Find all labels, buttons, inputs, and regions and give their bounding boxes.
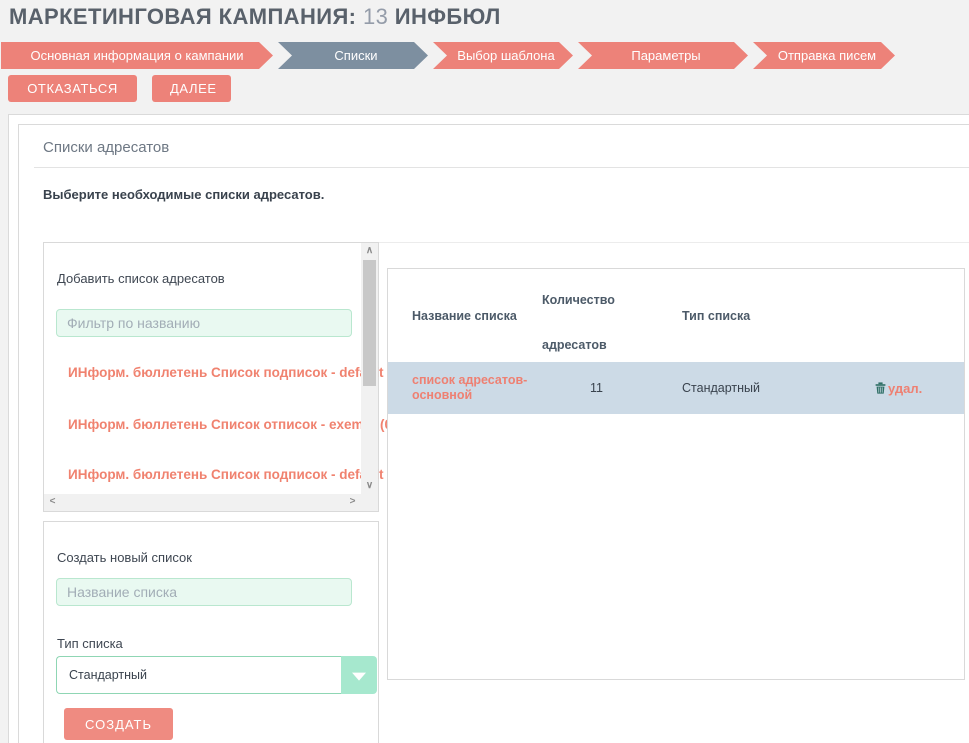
- list-type-selected-value[interactable]: Стандартный: [56, 656, 341, 694]
- list-type-select[interactable]: Стандартный: [56, 656, 377, 694]
- trash-icon[interactable]: [875, 382, 886, 394]
- list-type-label: Тип списка: [57, 636, 123, 651]
- wizard-step-send[interactable]: Отправка писем: [753, 42, 895, 69]
- create-list-title: Создать новый список: [57, 550, 192, 565]
- list-item[interactable]: ИНформ. бюллетень Список подписок - defa…: [68, 365, 404, 380]
- scroll-down-icon[interactable]: ∨: [361, 478, 378, 494]
- column-header-count-text: Количество адресатов: [542, 278, 634, 368]
- column-header-count: Количество адресатов: [542, 269, 682, 362]
- selected-lists-table: Название списка Количество адресатов Тип…: [387, 268, 965, 680]
- row-count-cell: 11: [542, 381, 682, 395]
- wizard-step-template[interactable]: Выбор шаблона: [433, 42, 573, 69]
- available-lists-title: Добавить список адресатов: [57, 271, 225, 286]
- column-header-actions: [862, 269, 964, 362]
- create-list-box: Создать новый список Тип списка Стандарт…: [43, 521, 379, 743]
- table-header-row: Название списка Количество адресатов Тип…: [388, 269, 964, 362]
- content-panel: Списки адресатов Выберите необходимые сп…: [8, 114, 969, 743]
- list-item[interactable]: ИНформ. бюллетень Список подписок - defa…: [68, 467, 404, 482]
- scrollbar-thumb[interactable]: [363, 260, 376, 386]
- page-title-prefix: МАРКЕТИНГОВАЯ КАМПАНИЯ:: [9, 4, 356, 29]
- wizard-step-recipient-lists[interactable]: Списки адресатов: [278, 42, 428, 69]
- column-header-type: Тип списка: [682, 309, 862, 323]
- row-type-cell: Стандартный: [682, 381, 862, 395]
- page-title: МАРКЕТИНГОВАЯ КАМПАНИЯ: 13 ИНФБЮЛ: [9, 4, 501, 30]
- scroll-up-icon[interactable]: ∧: [361, 243, 378, 259]
- row-actions-cell: удал.: [862, 381, 964, 396]
- instruction-text: Выберите необходимые списки адресатов.: [43, 187, 324, 202]
- next-button[interactable]: ДАЛЕЕ: [152, 75, 231, 102]
- table-row: список адресатов-основной 11 Стандартный…: [388, 362, 964, 414]
- card-title: Списки адресатов: [43, 139, 169, 156]
- horizontal-scrollbar[interactable]: < >: [44, 494, 378, 511]
- create-button[interactable]: СОЗДАТЬ: [64, 708, 173, 740]
- divider: [34, 167, 969, 168]
- list-name-input[interactable]: [56, 578, 352, 606]
- selected-list-link[interactable]: список адресатов-основной: [412, 373, 527, 402]
- recipient-lists-card: Списки адресатов Выберите необходимые сп…: [18, 124, 969, 743]
- campaign-name: ИНФБЮЛ: [395, 4, 501, 29]
- row-name-cell: список адресатов-основной: [412, 373, 542, 403]
- cancel-button[interactable]: ОТКАЗАТЬСЯ: [8, 75, 137, 102]
- column-header-name: Название списка: [412, 309, 542, 323]
- wizard-step-campaign-info[interactable]: Основная информация о кампании: [1, 42, 273, 69]
- delete-link[interactable]: удал.: [888, 381, 922, 396]
- vertical-scrollbar[interactable]: ∧ ∨: [361, 243, 378, 494]
- chevron-down-icon[interactable]: [341, 656, 377, 694]
- breadcrumb: Основная информация о кампании Списки ад…: [1, 42, 900, 69]
- scroll-right-icon[interactable]: >: [344, 494, 361, 510]
- campaign-number: 13: [363, 4, 388, 29]
- available-lists-box: Добавить список адресатов ИНформ. бюллет…: [43, 242, 379, 512]
- wizard-step-mailing-params[interactable]: Параметры рассылки: [578, 42, 748, 69]
- action-bar: ОТКАЗАТЬСЯ ДАЛЕЕ: [8, 75, 231, 102]
- scroll-left-icon[interactable]: <: [44, 494, 61, 510]
- filter-input[interactable]: [56, 309, 352, 337]
- list-item[interactable]: ИНформ. бюллетень Список отписок - exemp…: [68, 417, 397, 432]
